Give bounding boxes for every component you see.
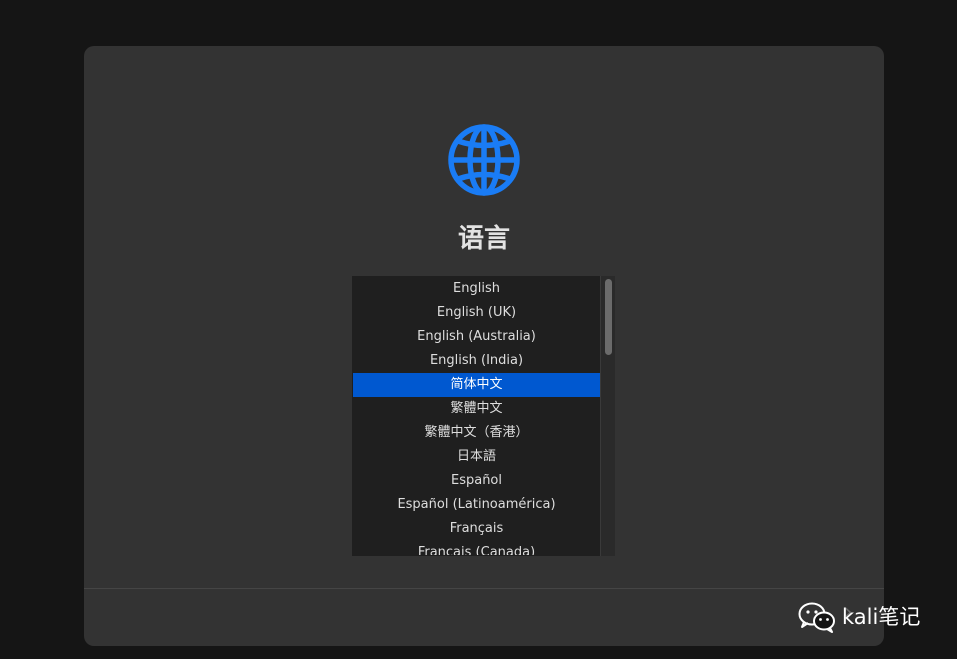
language-item-spanish[interactable]: Español bbox=[353, 469, 600, 493]
list-scrollbar-thumb[interactable] bbox=[605, 279, 612, 355]
language-item-english-india[interactable]: English (India) bbox=[353, 349, 600, 373]
language-item-english-uk[interactable]: English (UK) bbox=[353, 301, 600, 325]
language-item-traditional-chinese-hk[interactable]: 繁體中文（香港） bbox=[353, 421, 600, 445]
language-item-spanish-latam[interactable]: Español (Latinoamérica) bbox=[353, 493, 600, 517]
language-item-simplified-chinese[interactable]: 简体中文 bbox=[353, 373, 600, 397]
language-setup-window: 语言 English English (UK) English (Austral… bbox=[84, 46, 884, 646]
language-list[interactable]: English English (UK) English (Australia)… bbox=[352, 276, 615, 556]
language-list-items[interactable]: English English (UK) English (Australia)… bbox=[353, 277, 600, 555]
language-item-english-australia[interactable]: English (Australia) bbox=[353, 325, 600, 349]
language-item-french-canada[interactable]: Français (Canada) bbox=[353, 541, 600, 555]
list-scrollbar[interactable] bbox=[600, 276, 615, 556]
footer-divider bbox=[84, 588, 884, 589]
language-item-english[interactable]: English bbox=[353, 277, 600, 301]
language-item-traditional-chinese[interactable]: 繁體中文 bbox=[353, 397, 600, 421]
language-item-japanese[interactable]: 日本語 bbox=[353, 445, 600, 469]
watermark-text: kali笔记 bbox=[842, 605, 921, 629]
wechat-icon bbox=[798, 602, 835, 633]
language-item-french[interactable]: Français bbox=[353, 517, 600, 541]
globe-icon bbox=[448, 124, 520, 196]
page-title: 语言 bbox=[457, 224, 510, 254]
watermark: kali笔记 bbox=[798, 600, 920, 634]
